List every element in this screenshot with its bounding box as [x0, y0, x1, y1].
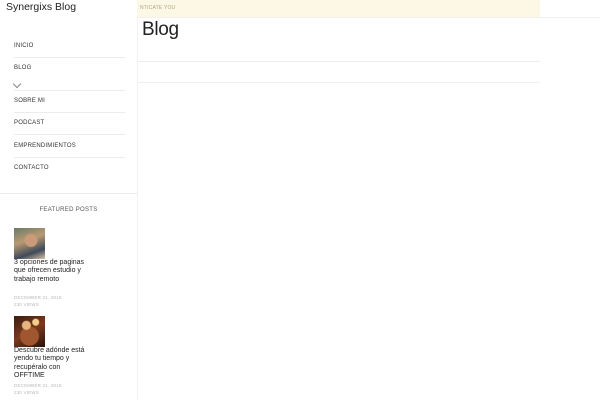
nav-item-podcast[interactable]: PODCAST	[14, 112, 125, 135]
site-title-link[interactable]: Synergixs Blog	[6, 1, 76, 13]
post-views: 230 VIEWS	[14, 390, 40, 395]
notice-bar: NTICATE YOU	[137, 0, 540, 17]
post-title-link[interactable]: 3 opciones de paginas que ofrecen estudi…	[14, 259, 88, 284]
post-meta: DECEMBER 21, 2018 230 VIEWS	[14, 294, 62, 308]
notice-text: NTICATE YOU	[140, 5, 176, 11]
post-title-link[interactable]: Descubre adónde está yendo tu tiempo y r…	[14, 347, 88, 380]
content-divider	[137, 82, 540, 83]
post-meta: DECEMBER 21, 2018 230 VIEWS	[14, 382, 62, 396]
post-thumbnail[interactable]	[14, 316, 45, 347]
post-date: DECEMBER 21, 2018	[14, 383, 62, 388]
featured-posts-heading: FEATURED POSTS	[39, 207, 98, 213]
nav-item-emprendimientos[interactable]: EMPRENDIMIENTOS	[14, 135, 125, 158]
nav-item-blog[interactable]: BLOG	[14, 57, 125, 73]
post-thumbnail[interactable]	[14, 228, 45, 259]
post-date: DECEMBER 21, 2018	[14, 295, 62, 300]
content-divider	[137, 61, 540, 62]
page-title: Blog	[142, 19, 179, 40]
sidebar-divider	[0, 193, 137, 194]
nav-item-inicio[interactable]: INICIO	[14, 35, 125, 58]
header-divider	[137, 17, 600, 18]
nav-item-sobre-mi[interactable]: SOBRE MI	[14, 90, 125, 113]
sidebar: Synergixs Blog INICIO BLOG SOBRE MI PODC…	[0, 0, 138, 400]
nav-item-contacto[interactable]: CONTACTO	[14, 157, 125, 179]
chevron-down-icon[interactable]	[12, 79, 22, 89]
post-views: 230 VIEWS	[14, 302, 40, 307]
